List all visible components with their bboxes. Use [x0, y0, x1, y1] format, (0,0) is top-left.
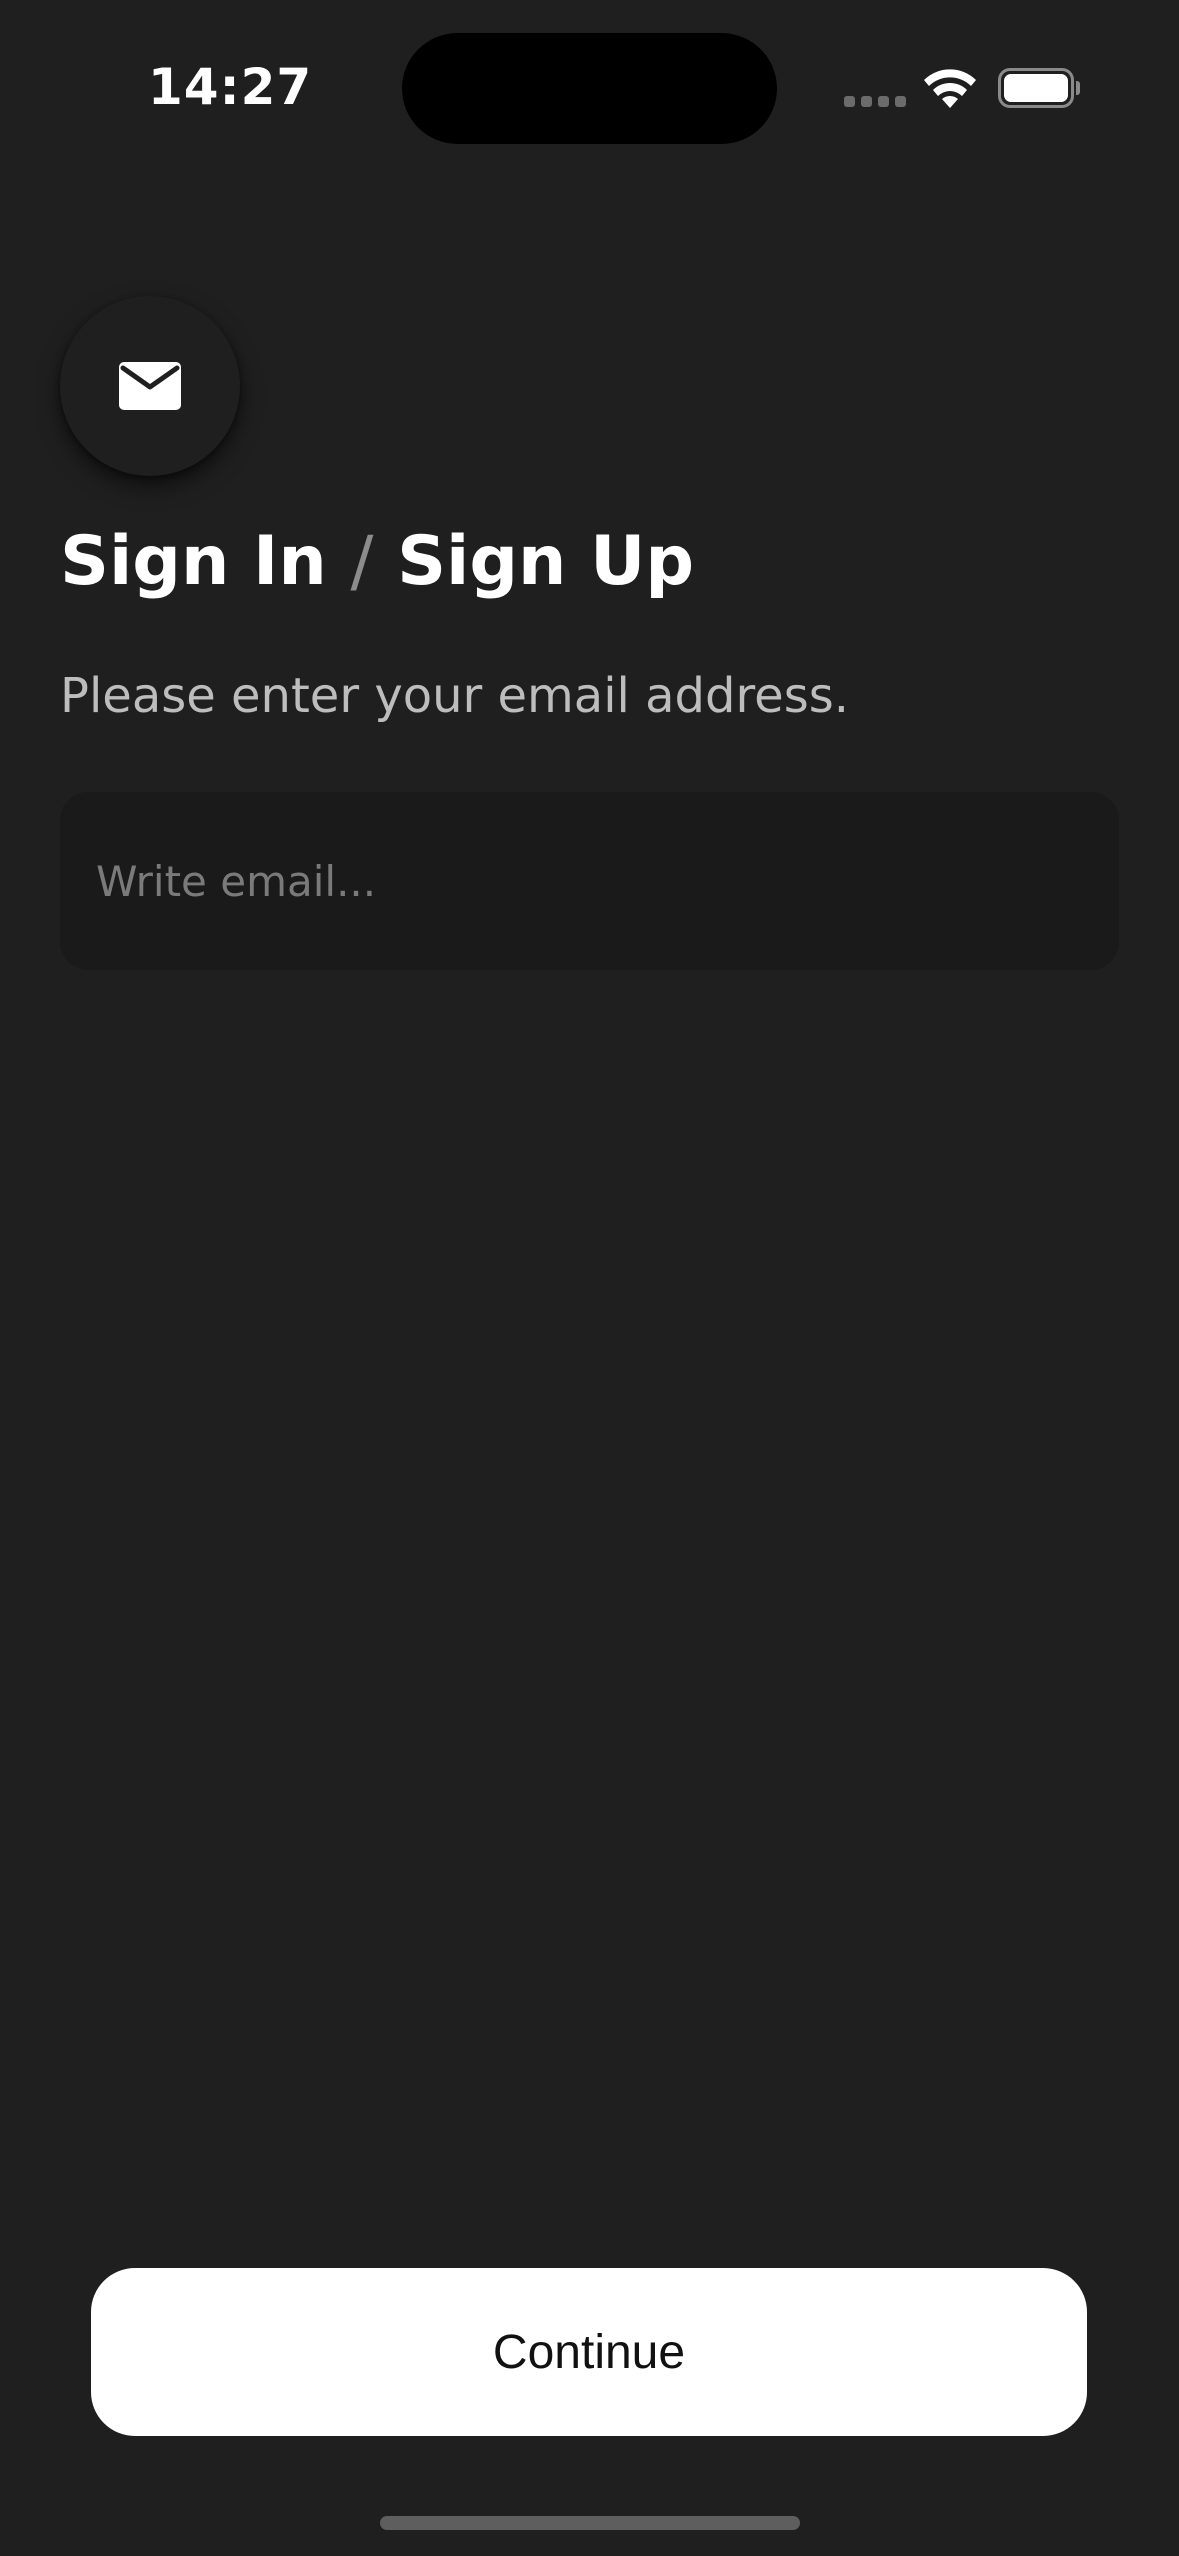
email-field[interactable]: [60, 792, 1119, 970]
battery-icon: [998, 68, 1080, 108]
title-sign-in: Sign In: [60, 522, 327, 601]
title-separator: /: [350, 522, 374, 601]
page-subtitle: Please enter your email address.: [60, 668, 849, 724]
page-title: Sign In / Sign Up: [60, 522, 694, 601]
dynamic-island: [402, 33, 777, 144]
title-sign-up: Sign Up: [397, 522, 694, 601]
cellular-signal-icon: [844, 96, 906, 108]
status-time: 14:27: [148, 58, 313, 116]
signin-screen: 14:27 Sign In / Sign Up Please enter you…: [0, 0, 1179, 2556]
continue-button-label: Continue: [492, 2325, 686, 2379]
home-indicator: [380, 2516, 800, 2530]
mail-badge: [60, 296, 240, 476]
email-field-container: [60, 792, 1119, 970]
continue-button[interactable]: Continue: [91, 2268, 1087, 2436]
wifi-icon: [924, 69, 976, 108]
mail-icon: [119, 362, 181, 410]
